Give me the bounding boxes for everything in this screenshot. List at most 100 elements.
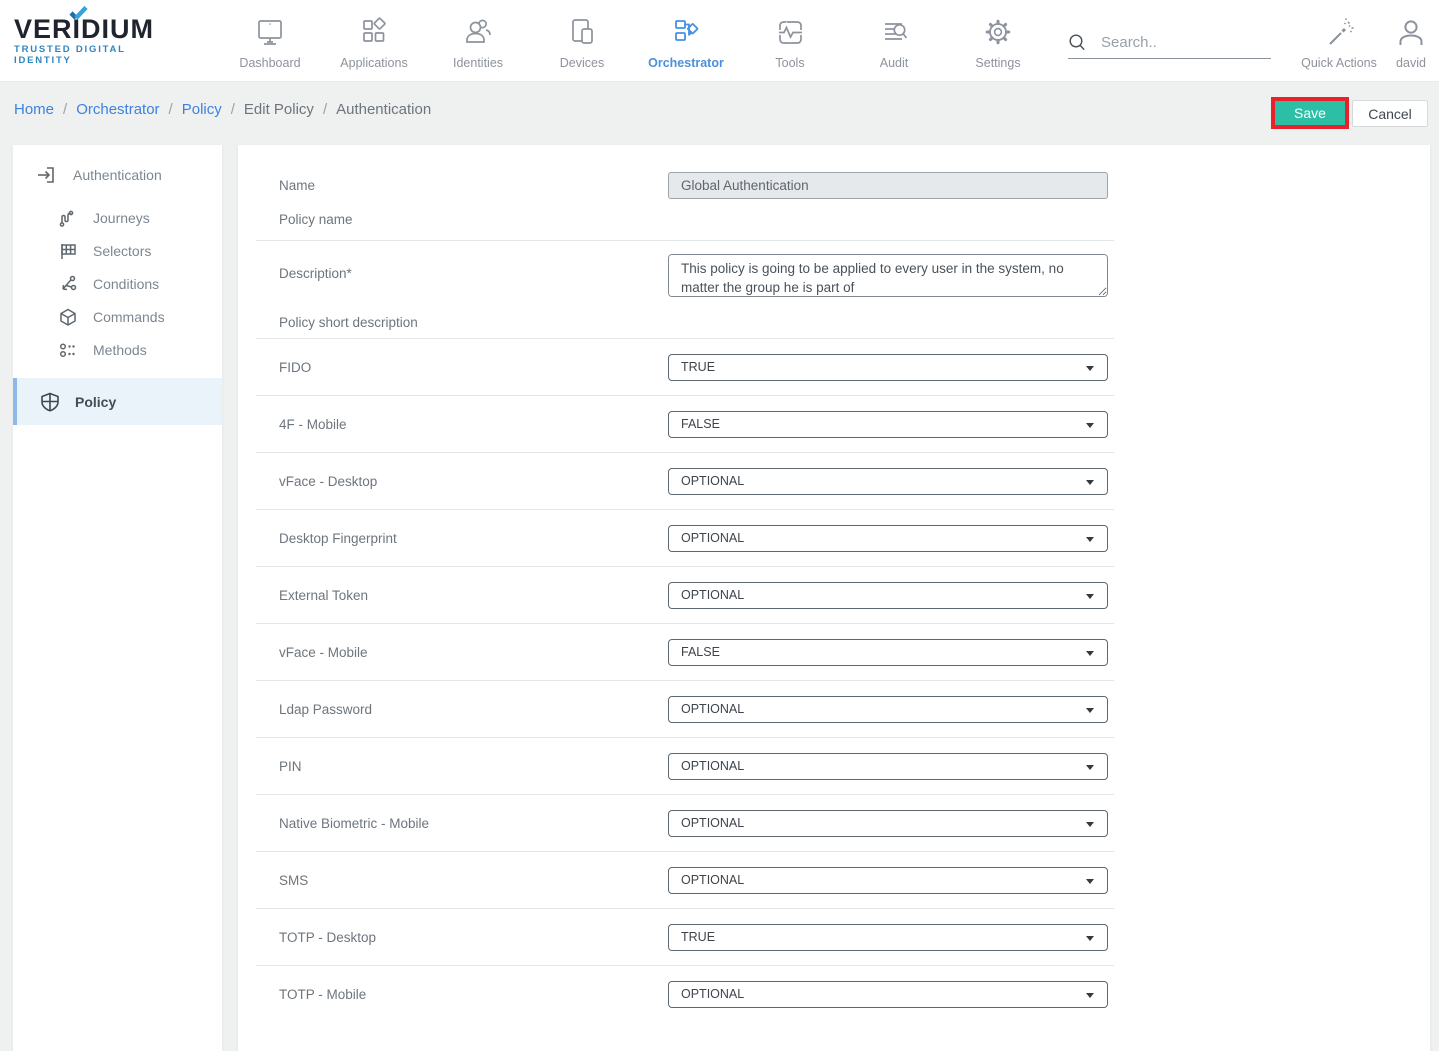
chevron-down-icon: [1086, 423, 1094, 428]
user-menu[interactable]: david: [1383, 12, 1439, 70]
selected-value: OPTIONAL: [681, 759, 744, 773]
settings-gear-icon: [981, 15, 1015, 49]
setting-row-4f-mobile: 4F - Mobile FALSE: [238, 396, 1430, 452]
tools-icon: [773, 15, 807, 49]
cancel-button[interactable]: Cancel: [1352, 100, 1428, 127]
quick-actions-button[interactable]: Quick Actions: [1295, 12, 1383, 70]
setting-select-native-biometric-mobile[interactable]: OPTIONAL: [668, 810, 1108, 837]
methods-dots-icon: [57, 340, 79, 360]
selected-value: TRUE: [681, 360, 715, 374]
commands-cube-icon: [57, 307, 79, 327]
identities-icon: [461, 15, 495, 49]
nav-item-settings[interactable]: Settings: [946, 11, 1050, 70]
policy-settings-list: FIDOTRUE 4F - Mobile FALSE vFace - DesktopO…: [238, 338, 1430, 1022]
sidebar-item-label: Methods: [93, 342, 147, 358]
setting-select-vface-desktop[interactable]: OPTIONAL: [668, 468, 1108, 495]
setting-select-totp-mobile[interactable]: OPTIONAL: [668, 981, 1108, 1008]
breadcrumb-policy[interactable]: Policy: [182, 101, 222, 118]
chevron-down-icon: [1086, 651, 1094, 656]
breadcrumb-orchestrator[interactable]: Orchestrator: [76, 101, 159, 118]
conditions-icon: [57, 274, 79, 294]
breadcrumb-home[interactable]: Home: [14, 101, 54, 118]
chevron-down-icon: [1086, 936, 1094, 941]
setting-select-totp-desktop[interactable]: TRUE: [668, 924, 1108, 951]
setting-select-vface-mobile[interactable]: FALSE: [668, 639, 1108, 666]
sidebar-item-authentication[interactable]: Authentication: [13, 155, 222, 195]
setting-select-ldap-password[interactable]: OPTIONAL: [668, 696, 1108, 723]
description-field-row: Description* Policy short description Th…: [238, 241, 1430, 338]
setting-row-vface-desktop: vFace - DesktopOPTIONAL: [238, 453, 1430, 509]
setting-row-sms: SMS OPTIONAL: [238, 852, 1430, 908]
setting-label-pin: PIN: [279, 759, 668, 774]
setting-label-totp-desktop: TOTP - Desktop: [279, 930, 668, 945]
setting-select-desktop-fingerprint[interactable]: OPTIONAL: [668, 525, 1108, 552]
brand-logo[interactable]: VERIDIUM TRUSTED DIGITAL IDENTITY: [14, 15, 186, 66]
policy-description-textarea[interactable]: This policy is going to be applied to ev…: [668, 254, 1108, 297]
nav-right: Quick Actions david: [1295, 12, 1439, 70]
sidebar-subgroup: Journeys Selectors Conditions: [13, 201, 222, 366]
selected-value: FALSE: [681, 417, 720, 431]
selected-value: OPTIONAL: [681, 873, 744, 887]
setting-select-fido[interactable]: TRUE: [668, 354, 1108, 381]
sidebar-item-journeys[interactable]: Journeys: [13, 201, 222, 234]
sidebar-item-conditions[interactable]: Conditions: [13, 267, 222, 300]
sidebar-item-selectors[interactable]: Selectors: [13, 234, 222, 267]
login-icon: [35, 164, 57, 186]
setting-row-totp-mobile: TOTP - MobileOPTIONAL: [238, 966, 1430, 1022]
page-actions: Save Cancel: [1271, 97, 1428, 129]
selected-value: OPTIONAL: [681, 987, 744, 1001]
name-label: Name: [279, 178, 668, 193]
setting-row-desktop-fingerprint: Desktop FingerprintOPTIONAL: [238, 510, 1430, 566]
selected-value: FALSE: [681, 645, 720, 659]
nav-item-dashboard[interactable]: Dashboard: [218, 11, 322, 70]
breadcrumb: Home / Orchestrator / Policy / Edit Poli…: [14, 101, 431, 118]
journeys-icon: [57, 208, 79, 228]
sidebar-item-commands[interactable]: Commands: [13, 300, 222, 333]
sidebar-item-label: Selectors: [93, 243, 151, 259]
edit-policy-form-card: Name Policy name Description* Policy sho…: [238, 145, 1430, 1051]
brand-tagline: TRUSTED DIGITAL IDENTITY: [14, 44, 186, 66]
sidebar-item-label: Authentication: [73, 167, 162, 183]
setting-select-external-token[interactable]: OPTIONAL: [668, 582, 1108, 609]
setting-select-4f-mobile[interactable]: FALSE: [668, 411, 1108, 438]
brand-wordmark: VERIDIUM: [14, 15, 186, 43]
setting-row-vface-mobile: vFace - MobileFALSE: [238, 624, 1430, 680]
setting-select-pin[interactable]: OPTIONAL: [668, 753, 1108, 780]
selected-value: OPTIONAL: [681, 816, 744, 830]
breadcrumb-edit-policy: Edit Policy: [244, 101, 314, 118]
nav-item-orchestrator[interactable]: Orchestrator: [634, 11, 738, 70]
selected-value: OPTIONAL: [681, 531, 744, 545]
chevron-down-icon: [1086, 879, 1094, 884]
brand-text: DIUM: [81, 15, 154, 43]
setting-label-ldap-password: Ldap Password: [279, 702, 668, 717]
nav-item-tools[interactable]: Tools: [738, 11, 842, 70]
nav-item-devices[interactable]: Devices: [530, 11, 634, 70]
breadcrumb-authentication: Authentication: [336, 101, 431, 118]
nav-item-audit[interactable]: Audit: [842, 11, 946, 70]
sidebar-item-label: Commands: [93, 309, 165, 325]
nav-item-applications[interactable]: Applications: [322, 11, 426, 70]
setting-row-ldap-password: Ldap PasswordOPTIONAL: [238, 681, 1430, 737]
search-input[interactable]: [1101, 34, 1271, 51]
setting-label-4f-mobile: 4F - Mobile: [279, 417, 668, 432]
sidebar-item-label: Policy: [75, 394, 116, 410]
setting-select-sms[interactable]: OPTIONAL: [668, 867, 1108, 894]
setting-row-fido: FIDOTRUE: [238, 339, 1430, 395]
policy-name-input[interactable]: [668, 172, 1108, 199]
chevron-down-icon: [1086, 822, 1094, 827]
sidebar-item-methods[interactable]: Methods: [13, 333, 222, 366]
global-search: [1068, 33, 1271, 59]
sidebar-item-label: Journeys: [93, 210, 150, 226]
setting-label-native-biometric-mobile: Native Biometric - Mobile: [279, 816, 668, 831]
annotation-highlight-box: Save: [1271, 97, 1349, 129]
setting-label-sms: SMS: [279, 873, 668, 888]
search-icon: [1068, 33, 1087, 52]
chevron-down-icon: [1086, 366, 1094, 371]
save-button[interactable]: Save: [1275, 101, 1345, 125]
dashboard-icon: [253, 15, 287, 49]
orchestrator-icon: [669, 15, 703, 49]
sidebar-item-policy[interactable]: Policy: [13, 378, 222, 425]
nav-item-identities[interactable]: Identities: [426, 11, 530, 70]
name-field-row: Name Policy name: [238, 145, 1430, 240]
description-helper: Policy short description: [279, 315, 668, 330]
